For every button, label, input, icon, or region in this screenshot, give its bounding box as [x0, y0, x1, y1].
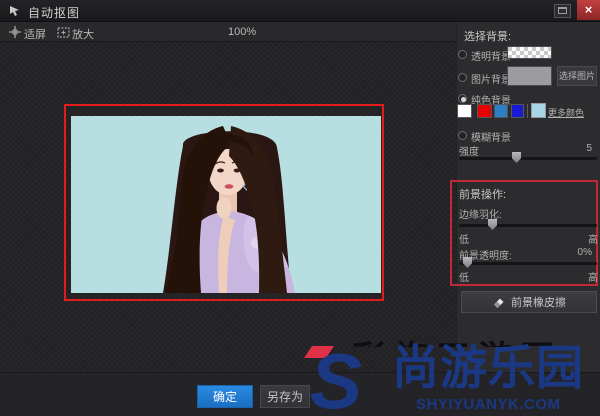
more-colors-link[interactable]: 更多颜色 [548, 106, 584, 119]
transparent-background-label[interactable]: 透明背景 [471, 48, 511, 63]
strength-value: 5 [586, 143, 592, 154]
color-swatch-darkblue[interactable] [511, 104, 524, 118]
feather-high-label: 高 [588, 235, 598, 246]
image-background-label[interactable]: 图片背景 [471, 71, 511, 86]
title-bar: 自动抠图 × [0, 0, 600, 22]
feather-low-label: 低 [459, 235, 469, 246]
zoom-toolbar: 适屏 放大 100% [0, 22, 456, 59]
opacity-high-label: 高 [588, 273, 598, 284]
image-background-swatch [507, 66, 552, 86]
zoom-level-value: 100% [228, 26, 257, 38]
zoom-in-button[interactable]: 放大 [72, 26, 94, 42]
color-swatch-red[interactable] [477, 104, 492, 118]
portrait-image [71, 116, 381, 293]
opacity-low-label: 低 [459, 273, 469, 284]
svg-text:S: S [310, 342, 362, 416]
fit-screen-button[interactable]: 适屏 [24, 26, 46, 42]
radio-transparent-background[interactable] [458, 50, 467, 59]
feather-slider-track[interactable] [459, 224, 597, 227]
maximize-icon [558, 7, 567, 14]
edge-feather-label: 边缘羽化: [459, 210, 502, 221]
save-as-button[interactable]: 另存为 [260, 385, 310, 408]
maximize-button[interactable] [554, 4, 571, 18]
zoom-in-icon [57, 27, 70, 38]
cutout-tool-icon [10, 6, 19, 16]
color-swatch-blue[interactable] [494, 104, 508, 118]
foreground-operations-title: 前景操作: [459, 189, 507, 201]
foreground-eraser-label: 前景橡皮擦 [511, 297, 566, 309]
color-swatch-white[interactable] [457, 104, 472, 118]
radio-image-background[interactable] [458, 73, 467, 82]
fit-screen-icon [9, 26, 21, 38]
choose-image-button[interactable]: 选择图片 [557, 66, 597, 86]
opacity-slider-track[interactable] [459, 262, 597, 265]
eraser-icon [494, 298, 504, 308]
watermark-logo-icon: S [304, 342, 362, 416]
current-color-swatch[interactable] [531, 103, 546, 118]
radio-blur-background[interactable] [458, 131, 467, 140]
auto-cutout-dialog: 自动抠图 × 适屏 放大 100% 选择背景: 透明背景 图片背景 选择图片 纯… [0, 0, 600, 416]
swatch-separator [527, 104, 528, 118]
strength-label: 强度 [459, 147, 479, 158]
close-button[interactable]: × [577, 0, 600, 20]
ok-button[interactable]: 确定 [197, 385, 253, 408]
watermark-brand-text: 尚游乐园 [392, 341, 584, 394]
page-title: 自动抠图 [28, 6, 81, 20]
image-canvas[interactable] [0, 42, 456, 372]
radio-solid-background[interactable] [458, 94, 467, 103]
strength-slider-track[interactable] [459, 157, 597, 160]
blur-background-label[interactable]: 模糊背景 [471, 129, 511, 144]
foreground-opacity-value: 0% [577, 247, 592, 258]
photo-preview [71, 116, 381, 293]
watermark-site-url: SHYIYUANYK.COM [416, 396, 561, 413]
transparent-swatch [507, 46, 552, 59]
choose-background-title: 选择背景: [464, 31, 512, 43]
foreground-eraser-button[interactable]: 前景橡皮擦 [461, 291, 597, 313]
